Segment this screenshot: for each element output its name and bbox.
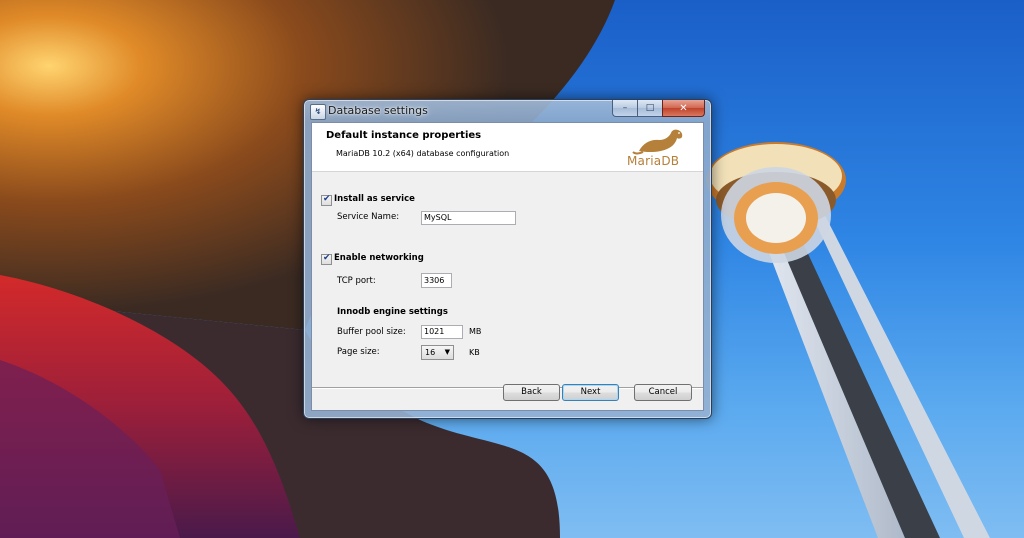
page-size-value: 16 — [425, 348, 436, 357]
tcp-port-input[interactable]: 3306 — [421, 273, 452, 288]
install-service-checkbox[interactable]: ✔ — [321, 194, 332, 206]
service-name-input[interactable]: MySQL — [421, 211, 516, 225]
page-subtitle: MariaDB 10.2 (x64) database configuratio… — [336, 149, 510, 158]
back-button[interactable]: Back — [503, 384, 560, 401]
logo-text: MariaDB — [627, 154, 680, 168]
title-bar[interactable]: ↯ Database settings – □ ✕ — [304, 100, 711, 122]
checkmark-icon: ✔ — [323, 253, 331, 263]
page-title: Default instance properties — [326, 130, 482, 141]
database-settings-window: ↯ Database settings – □ ✕ Default instan… — [303, 99, 712, 419]
enable-networking-checkbox[interactable]: ✔ — [321, 253, 332, 265]
window-title: Database settings — [328, 104, 428, 117]
page-size-select[interactable]: 16 ▼ — [421, 345, 454, 360]
close-button[interactable]: ✕ — [662, 100, 705, 117]
service-name-label: Service Name: — [337, 212, 400, 222]
buffer-pool-label: Buffer pool size: — [337, 327, 406, 337]
dropdown-arrow-icon: ▼ — [444, 348, 450, 356]
installer-icon: ↯ — [310, 104, 326, 120]
checkmark-icon: ✔ — [323, 194, 331, 204]
next-button[interactable]: Next — [562, 384, 619, 401]
install-service-label: Install as service — [334, 194, 415, 204]
header-banner: Default instance properties MariaDB 10.2… — [312, 123, 703, 172]
minimize-button[interactable]: – — [612, 100, 637, 117]
buffer-pool-input[interactable]: 1021 — [421, 325, 463, 339]
page-size-unit: KB — [469, 348, 480, 357]
buffer-pool-unit: MB — [469, 327, 482, 336]
sea-lion-icon — [632, 129, 683, 155]
caption-buttons: – □ ✕ — [612, 100, 705, 118]
maximize-button[interactable]: □ — [637, 100, 662, 117]
innodb-heading: Innodb engine settings — [337, 307, 448, 317]
cancel-button[interactable]: Cancel — [634, 384, 692, 401]
tcp-port-label: TCP port: — [337, 276, 376, 286]
mariadb-logo: MariaDB — [625, 125, 697, 169]
dialog-client-area: Default instance properties MariaDB 10.2… — [311, 122, 704, 411]
page-size-label: Page size: — [337, 347, 380, 357]
enable-networking-label: Enable networking — [334, 253, 424, 263]
